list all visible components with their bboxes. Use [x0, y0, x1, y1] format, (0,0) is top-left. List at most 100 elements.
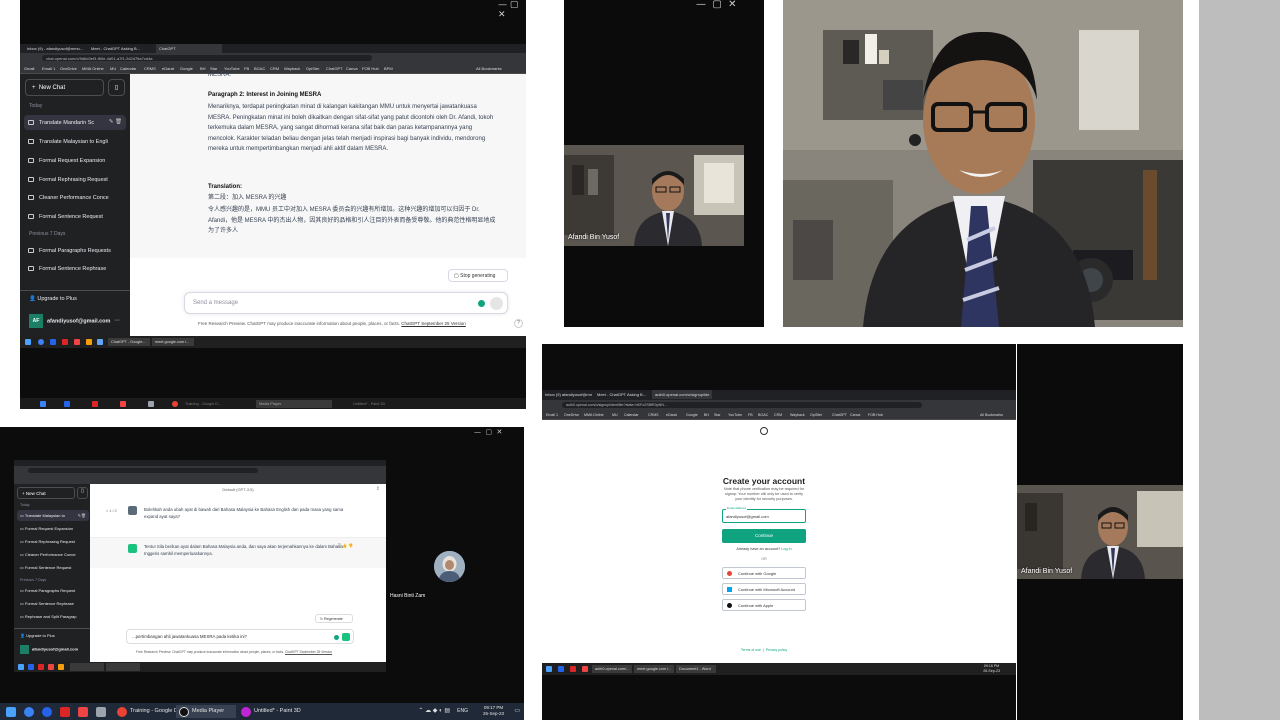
privacy-link[interactable]: Privacy policy	[766, 648, 787, 652]
app-icon[interactable]	[60, 707, 70, 717]
sidebar-chat-item[interactable]: Translate Mandarin Sc ✎ 🗑	[24, 115, 126, 130]
bookmark[interactable]: Wayback	[790, 413, 805, 417]
taskbar-app[interactable]	[70, 663, 104, 671]
taskbar-app-paint3d[interactable]: Untitled* - Paint 3D	[238, 705, 302, 718]
bookmark[interactable]: CRMS	[648, 413, 659, 417]
taskbar-app[interactable]: Untitled* - Paint 3D	[350, 400, 430, 408]
app-icon[interactable]	[50, 339, 56, 345]
message-input[interactable]: ...pertimbangan ahli jawatankuasa MESRA …	[126, 629, 354, 644]
bookmark[interactable]: MU	[612, 413, 618, 417]
bookmark[interactable]: FB	[748, 413, 753, 417]
url-field[interactable]: auth0.openai.com/u/signup/identifier?sta…	[562, 402, 922, 408]
bookmark[interactable]: Calendar	[120, 66, 136, 71]
browser-tab[interactable]: Inbox (9) - afandiyusof@mmu...	[24, 44, 86, 53]
continue-google-button[interactable]: Continue with Google	[722, 567, 806, 579]
bookmark[interactable]: YouTube	[728, 413, 742, 417]
browser-tab[interactable]: Inbox (9) afandiyusof@mmu...	[542, 390, 592, 399]
app-icon[interactable]	[40, 401, 46, 407]
app-icon[interactable]	[97, 339, 103, 345]
app-icon[interactable]	[38, 664, 44, 670]
bookmark[interactable]: OpiSter	[810, 413, 822, 417]
app-icon[interactable]	[570, 666, 576, 672]
taskbar-app-media-player[interactable]: Media Player	[176, 705, 236, 718]
sidebar-chat-item[interactable]: ▭ Formal Sentence Rephrase	[17, 598, 89, 609]
sidebar-chat-item[interactable]: ▭ Formal Paragraphs Request	[17, 585, 89, 596]
app-icon[interactable]	[558, 666, 564, 672]
user-account-row[interactable]: afandiyusof@gmail.com	[20, 645, 78, 654]
bookmark[interactable]: Email 1	[42, 66, 55, 71]
browser-tab-active[interactable]: ChatGPT	[156, 44, 222, 53]
bookmark[interactable]: FOB Hub	[868, 413, 883, 417]
login-link[interactable]: Log in	[781, 547, 791, 551]
sidebar-toggle-icon[interactable]: ▯	[77, 487, 88, 499]
url-field[interactable]	[28, 468, 258, 473]
app-icon[interactable]	[148, 401, 154, 407]
taskbar-app-chrome[interactable]: Training - Google D...	[114, 705, 182, 718]
bookmark[interactable]: BH	[704, 413, 709, 417]
taskbar-app[interactable]: Media Player	[256, 400, 332, 408]
bookmark[interactable]: Canva	[850, 413, 860, 417]
sidebar-chat-item[interactable]: Formal Paragraphs Requests	[24, 243, 126, 258]
version-link[interactable]: ChatGPT September 25 Version	[285, 650, 332, 654]
window-controls[interactable]: — ▢ ✕	[498, 0, 526, 20]
taskbar-app[interactable]: ChatGPT - Google...	[108, 338, 150, 346]
taskbar-app[interactable]: meet.google.com i...	[152, 338, 194, 346]
sidebar-chat-item[interactable]: Translate Malaysian to Engli	[24, 134, 126, 149]
stop-generating-button[interactable]: ▢ Stop generating	[448, 269, 508, 282]
edit-delete-icon[interactable]: ✎🗑	[78, 513, 86, 518]
system-tray-icons[interactable]: ⌃ ☁ ◆ ◐ ▤	[418, 707, 450, 714]
start-icon[interactable]	[546, 666, 552, 672]
search-icon[interactable]	[24, 707, 34, 717]
continue-microsoft-button[interactable]: Continue with Microsoft Account	[722, 583, 806, 595]
send-icon[interactable]	[342, 633, 350, 641]
sidebar-chat-item[interactable]: ▭ Formal Rephrasing Request	[17, 536, 89, 547]
app-icon[interactable]	[38, 339, 44, 345]
app-icon[interactable]	[582, 666, 588, 672]
bookmark[interactable]: eDarat	[666, 413, 677, 417]
sidebar-chat-item[interactable]: Formal Rephrasing Request	[24, 172, 126, 187]
bookmark[interactable]: Gmail	[24, 66, 34, 71]
email-field[interactable]: afandiyusof@gmail.com	[722, 509, 806, 523]
new-chat-button[interactable]: + New Chat	[17, 487, 75, 499]
chrome-icon[interactable]	[172, 401, 178, 407]
message-pager[interactable]: < 1 / 2	[106, 509, 117, 513]
bookmark[interactable]: Star	[714, 413, 721, 417]
app-icon[interactable]	[62, 339, 68, 345]
bookmark[interactable]: MMA Online	[584, 413, 604, 417]
upgrade-to-plus-button[interactable]: 👤 Upgrade to Plus	[29, 296, 77, 302]
bookmark[interactable]: MMA Online	[82, 66, 104, 71]
terms-link[interactable]: Terms of use	[741, 648, 761, 652]
bookmark[interactable]: Calendar	[624, 413, 639, 417]
copy-like-dislike-icon[interactable]: ⎘ 👍 👎	[338, 543, 353, 548]
app-icon[interactable]	[42, 707, 52, 717]
sidebar-chat-item[interactable]: Formal Sentence Request	[24, 209, 126, 224]
taskbar-app[interactable]: Document1 - Word	[676, 665, 716, 673]
sidebar-chat-item[interactable]: ▭ Cleaner Performance Conce	[17, 549, 89, 560]
start-icon[interactable]	[25, 339, 31, 345]
sidebar-chat-item[interactable]: ▭ Formal Request Expansion	[17, 523, 89, 534]
bookmark[interactable]: Google	[686, 413, 698, 417]
browser-tab[interactable]: Meet - ChatGPT Asking B...	[88, 44, 154, 53]
more-icon[interactable]: ···	[114, 318, 120, 324]
bookmark[interactable]: OneDrive	[60, 66, 77, 71]
app-icon[interactable]	[92, 401, 98, 407]
sidebar-chat-item[interactable]: Formal Request Expansion	[24, 153, 126, 168]
version-link[interactable]: ChatGPT September 25 Version	[401, 321, 465, 326]
bookmark[interactable]: CRM	[774, 413, 782, 417]
app-icon[interactable]	[48, 664, 54, 670]
bookmark[interactable]: OneDrive	[564, 413, 579, 417]
app-icon[interactable]	[96, 707, 106, 717]
taskbar-app[interactable]: auth0.openai.com/...	[592, 665, 632, 673]
taskbar-app[interactable]: Training - Google D...	[182, 400, 252, 408]
share-icon[interactable]: ⇪	[376, 486, 380, 492]
system-clock[interactable]: 09:17 PM 26-Sep-23	[483, 705, 504, 717]
browser-tab[interactable]: Meet - ChatGPT Asking B...	[594, 390, 650, 399]
app-icon[interactable]	[86, 339, 92, 345]
bookmark[interactable]: Email 1	[546, 413, 558, 417]
bookmark-all[interactable]: All Bookmarks	[980, 413, 1003, 417]
sidebar-toggle-icon[interactable]: ▯	[108, 79, 125, 96]
sidebar-chat-item[interactable]: Cleaner Performance Conce	[24, 190, 126, 205]
bookmark[interactable]: eDarat	[162, 66, 174, 71]
start-icon[interactable]	[18, 664, 24, 670]
bookmark[interactable]: BGAC	[758, 413, 768, 417]
